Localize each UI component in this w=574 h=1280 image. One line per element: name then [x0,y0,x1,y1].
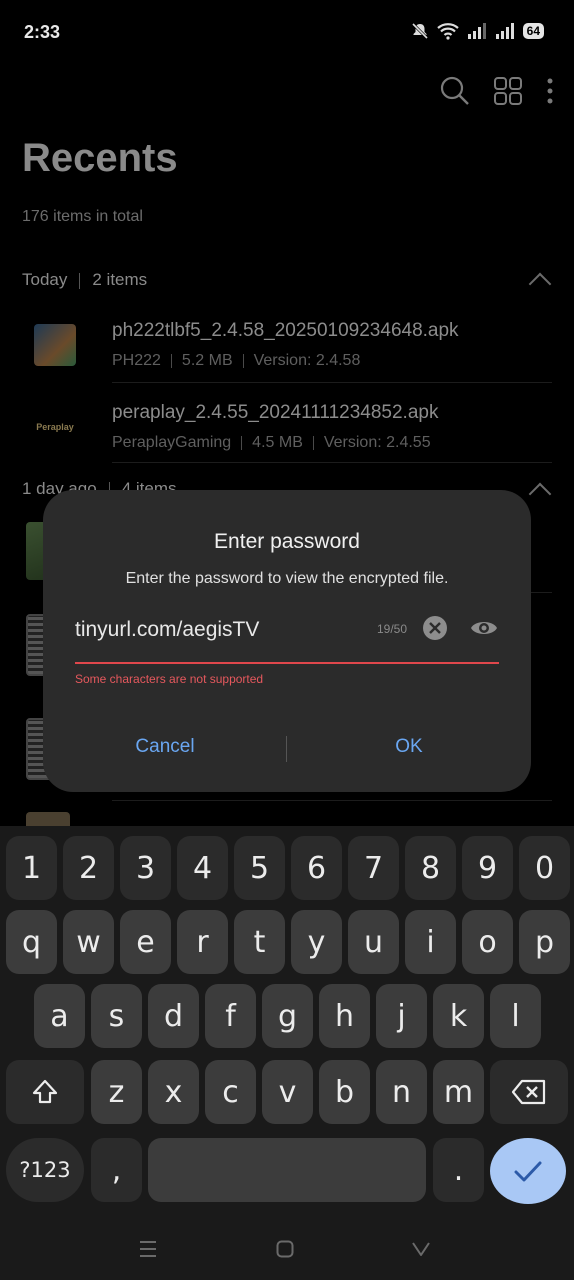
backspace-key[interactable] [490,1060,568,1124]
key-o[interactable]: o [462,910,513,974]
dialog-message: Enter the password to view the encrypted… [125,570,449,587]
navigation-bar [0,1218,574,1280]
input-underline [75,662,499,664]
space-bar[interactable] [148,1138,426,1202]
letter-row-2: a s d f g h j k l [0,984,574,1048]
key-1[interactable]: 1 [6,836,57,900]
key-m[interactable]: m [433,1060,484,1124]
button-divider [286,736,287,762]
key-7[interactable]: 7 [348,836,399,900]
ok-button[interactable]: OK [309,736,509,758]
grid-view-icon[interactable] [494,77,522,105]
file-size: 4.5 MB [252,434,303,451]
show-password-button[interactable] [469,616,499,640]
key-2[interactable]: 2 [63,836,114,900]
key-3[interactable]: 3 [120,836,171,900]
key-p[interactable]: p [519,910,570,974]
toolbar [440,76,554,106]
key-y[interactable]: y [291,910,342,974]
chevron-up-icon[interactable] [528,482,552,506]
file-meta: PH222 5.2 MB Version: 2.4.58 [112,352,360,370]
cancel-button[interactable]: Cancel [65,736,265,758]
key-w[interactable]: w [63,910,114,974]
error-message: Some characters are not supported [75,672,264,686]
key-v[interactable]: v [262,1060,313,1124]
key-e[interactable]: e [120,910,171,974]
home-icon[interactable] [276,1240,294,1258]
file-source: PeraplayGaming [112,434,232,451]
shift-icon [32,1079,58,1104]
key-b[interactable]: b [319,1060,370,1124]
password-dialog: Enter password Enter the password to vie… [43,490,531,792]
section-count: 2 items [92,270,148,289]
apk-thumbnail: Peraplay [34,406,76,448]
file-row[interactable]: Peraplay peraplay_2.4.55_20241111234852.… [0,388,574,468]
file-name: peraplay_2.4.55_20241111234852.apk [112,402,439,423]
key-i[interactable]: i [405,910,456,974]
file-version: Version: 2.4.55 [323,434,431,451]
file-version: Version: 2.4.58 [253,352,361,369]
file-name: ph222tlbf5_2.4.58_20250109234648.apk [112,320,459,341]
close-icon [429,622,441,634]
file-source: PH222 [112,352,161,369]
key-s[interactable]: s [91,984,142,1048]
file-row[interactable]: ph222tlbf5_2.4.58_20250109234648.apk PH2… [0,306,574,386]
peraplay-logo: Peraplay [36,422,74,432]
symbols-key[interactable]: ?123 [6,1138,84,1202]
clear-input-button[interactable] [423,616,447,640]
divider [112,800,552,801]
period-key[interactable]: . [433,1138,484,1202]
more-options-icon[interactable] [546,77,554,105]
key-j[interactable]: j [376,984,427,1048]
comma-key[interactable]: , [91,1138,142,1202]
file-size: 5.2 MB [181,352,233,369]
search-icon[interactable] [440,76,470,106]
key-n[interactable]: n [376,1060,427,1124]
file-meta: PeraplayGaming 4.5 MB Version: 2.4.55 [112,434,431,452]
key-k[interactable]: k [433,984,484,1048]
section-label: Today [22,270,68,289]
backspace-icon [511,1079,546,1105]
key-h[interactable]: h [319,984,370,1048]
key-q[interactable]: q [6,910,57,974]
key-l[interactable]: l [490,984,541,1048]
keyboard: 1 2 3 4 5 6 7 8 9 0 q w e r t y u i o p … [0,826,574,1280]
key-g[interactable]: g [262,984,313,1048]
key-a[interactable]: a [34,984,85,1048]
divider [112,462,552,463]
key-c[interactable]: c [205,1060,256,1124]
items-total: 176 items in total [22,208,143,225]
key-x[interactable]: x [148,1060,199,1124]
divider [112,382,552,383]
chevron-up-icon[interactable] [528,272,552,296]
key-9[interactable]: 9 [462,836,513,900]
number-row: 1 2 3 4 5 6 7 8 9 0 [0,836,574,900]
dialog-title: Enter password [214,530,360,553]
letter-row-1: q w e r t y u i o p [0,910,574,974]
eye-icon [471,622,497,634]
bottom-row: ?123 , . [0,1138,574,1204]
key-d[interactable]: d [148,984,199,1048]
letter-row-3: z x c v b n m [0,1060,574,1124]
char-counter: 19/50 [377,622,408,636]
key-f[interactable]: f [205,984,256,1048]
section-header-today[interactable]: Today 2 items [22,270,147,290]
key-t[interactable]: t [234,910,285,974]
password-field[interactable]: tinyurl.com/aegisTV [75,618,259,642]
apk-thumbnail [34,324,76,366]
back-icon[interactable] [411,1241,431,1257]
shift-key[interactable] [6,1060,84,1124]
key-0[interactable]: 0 [519,836,570,900]
checkmark-icon [514,1161,542,1182]
recent-apps-icon[interactable] [138,1240,158,1258]
key-5[interactable]: 5 [234,836,285,900]
page-title: Recents [22,136,178,180]
key-6[interactable]: 6 [291,836,342,900]
key-r[interactable]: r [177,910,228,974]
key-8[interactable]: 8 [405,836,456,900]
enter-key[interactable] [490,1138,566,1204]
key-4[interactable]: 4 [177,836,228,900]
key-z[interactable]: z [91,1060,142,1124]
key-u[interactable]: u [348,910,399,974]
